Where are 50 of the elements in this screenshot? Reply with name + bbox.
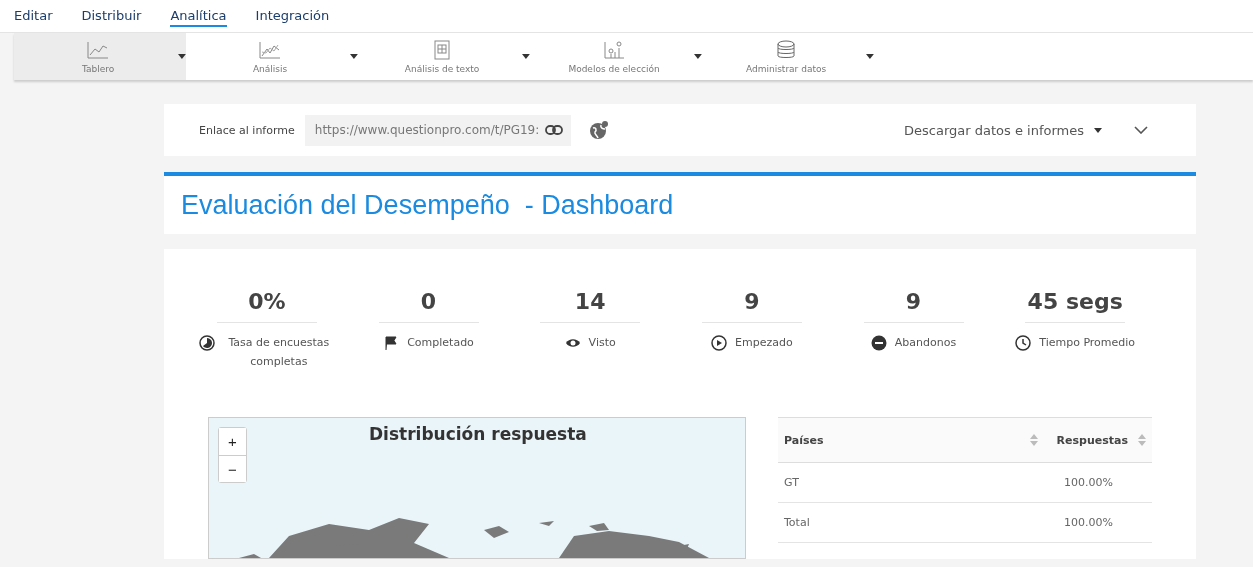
minus-circle-icon xyxy=(870,335,887,351)
toolbar-button[interactable]: Análisis xyxy=(186,33,358,80)
caret-icon xyxy=(1094,127,1102,133)
stat-label: Empezado xyxy=(735,335,793,351)
table-cell-text: Total xyxy=(783,516,811,529)
table-cell-text: GT xyxy=(783,476,800,489)
dashboard-title: Evaluación del Desempeño - Dashboard xyxy=(181,189,674,221)
caret-icon xyxy=(350,54,358,59)
play-icon xyxy=(711,335,727,351)
stat-label: Abandonos xyxy=(894,335,957,351)
stat-value: 9 xyxy=(701,289,802,323)
caret-icon xyxy=(694,54,702,59)
stat-label: Tiempo Promedio xyxy=(1039,335,1136,351)
table-cell-text: 100.00% xyxy=(1064,516,1114,529)
stat-label: Visto xyxy=(588,335,616,351)
map-title: Distribución respuesta xyxy=(369,424,587,444)
stat-value: 9 xyxy=(863,289,964,323)
url-field[interactable]: https://www.questionpro.com/t/PG19: xyxy=(304,114,571,146)
zoom-out-button[interactable]: − xyxy=(219,455,246,482)
stat-value: 45 segs xyxy=(1025,289,1126,323)
download-dropdown[interactable]: Descargar datos e informes xyxy=(904,122,1102,138)
caret-icon xyxy=(522,54,530,59)
link-label: Enlace al informe xyxy=(199,123,295,137)
nav-tab[interactable]: Editar xyxy=(14,5,53,27)
column-header[interactable]: Respuestas xyxy=(1056,433,1128,447)
pie-icon xyxy=(198,335,215,351)
caret-icon xyxy=(866,54,874,59)
toolbar-button[interactable]: Análisis de texto xyxy=(358,33,530,80)
stat-label: Tasa de encuestas completas xyxy=(227,335,331,370)
globe-icon[interactable] xyxy=(588,120,609,140)
nav-tab[interactable]: Integración xyxy=(255,5,330,27)
nav-tab[interactable]: Analítica xyxy=(170,5,227,27)
toolbar-button[interactable]: Administrar datos xyxy=(702,33,874,80)
clock-icon xyxy=(1015,335,1032,351)
chevron-down-icon[interactable] xyxy=(1134,126,1148,134)
stat-label: Completado xyxy=(407,335,474,351)
toolbar-button[interactable]: Modelos de elección xyxy=(530,33,702,80)
toolbar-button[interactable]: Tablero xyxy=(14,33,186,80)
scatter-chart-icon xyxy=(602,39,627,60)
stat-value: 0% xyxy=(216,289,317,323)
nav-tab[interactable]: Distribuir xyxy=(81,5,142,27)
stat-value: 0 xyxy=(378,289,479,323)
link-icon xyxy=(544,125,563,135)
stat-value: 14 xyxy=(540,289,641,323)
column-header[interactable]: Países xyxy=(784,433,824,447)
line-chart-icon xyxy=(258,39,283,60)
table-cell-text: 100.00% xyxy=(1064,476,1114,489)
caret-icon xyxy=(178,54,186,59)
line-chart-icon xyxy=(86,39,111,60)
flag-icon xyxy=(383,335,400,351)
